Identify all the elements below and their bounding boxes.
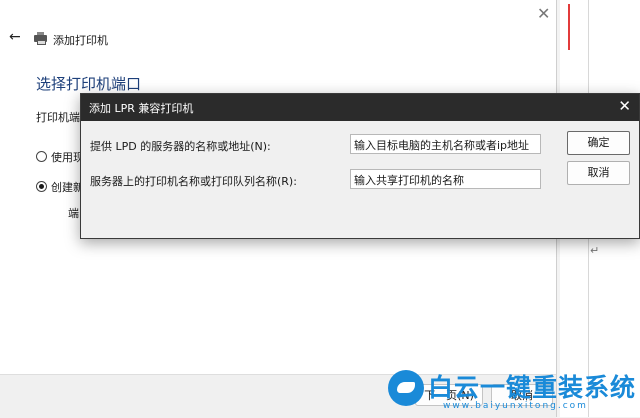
server-address-input[interactable]: 输入目标电脑的主机名称或者ip地址 — [350, 134, 541, 154]
queue-name-label: 服务器上的打印机名称或打印队列名称(R): — [90, 175, 297, 188]
paragraph-mark: ↵ — [590, 244, 600, 257]
watermark-text: 白云一键重装系统 — [428, 373, 637, 402]
printer-icon — [34, 32, 47, 45]
radio-use-existing-port[interactable] — [36, 151, 47, 162]
server-address-label: 提供 LPD 的服务器的名称或地址(N): — [90, 140, 271, 153]
dialog-title: 添加 LPR 兼容打印机 — [89, 102, 194, 115]
page-heading: 选择打印机端口 — [36, 75, 142, 93]
back-arrow-icon[interactable]: ← — [9, 29, 21, 45]
bird-logo-icon — [388, 370, 424, 406]
radio-create-new-port[interactable] — [36, 181, 47, 192]
close-icon[interactable]: ✕ — [537, 4, 550, 23]
watermark-url: www.baiyunxitong.com — [443, 401, 588, 411]
queue-name-input[interactable]: 输入共享打印机的名称 — [350, 169, 541, 189]
ok-button[interactable]: 确定 — [567, 131, 630, 155]
lpr-printer-dialog: 添加 LPR 兼容打印机 ✕ 提供 LPD 的服务器的名称或地址(N): 输入目… — [80, 93, 640, 239]
red-highlight-mark — [560, 4, 570, 50]
port-type-label: 端 — [68, 207, 79, 220]
dialog-titlebar: 添加 LPR 兼容打印机 ✕ — [81, 94, 639, 121]
dialog-cancel-button[interactable]: 取消 — [567, 161, 630, 185]
wizard-title: 添加打印机 — [53, 34, 108, 47]
page-subtitle: 打印机端 — [36, 111, 80, 124]
close-icon[interactable]: ✕ — [618, 97, 631, 115]
